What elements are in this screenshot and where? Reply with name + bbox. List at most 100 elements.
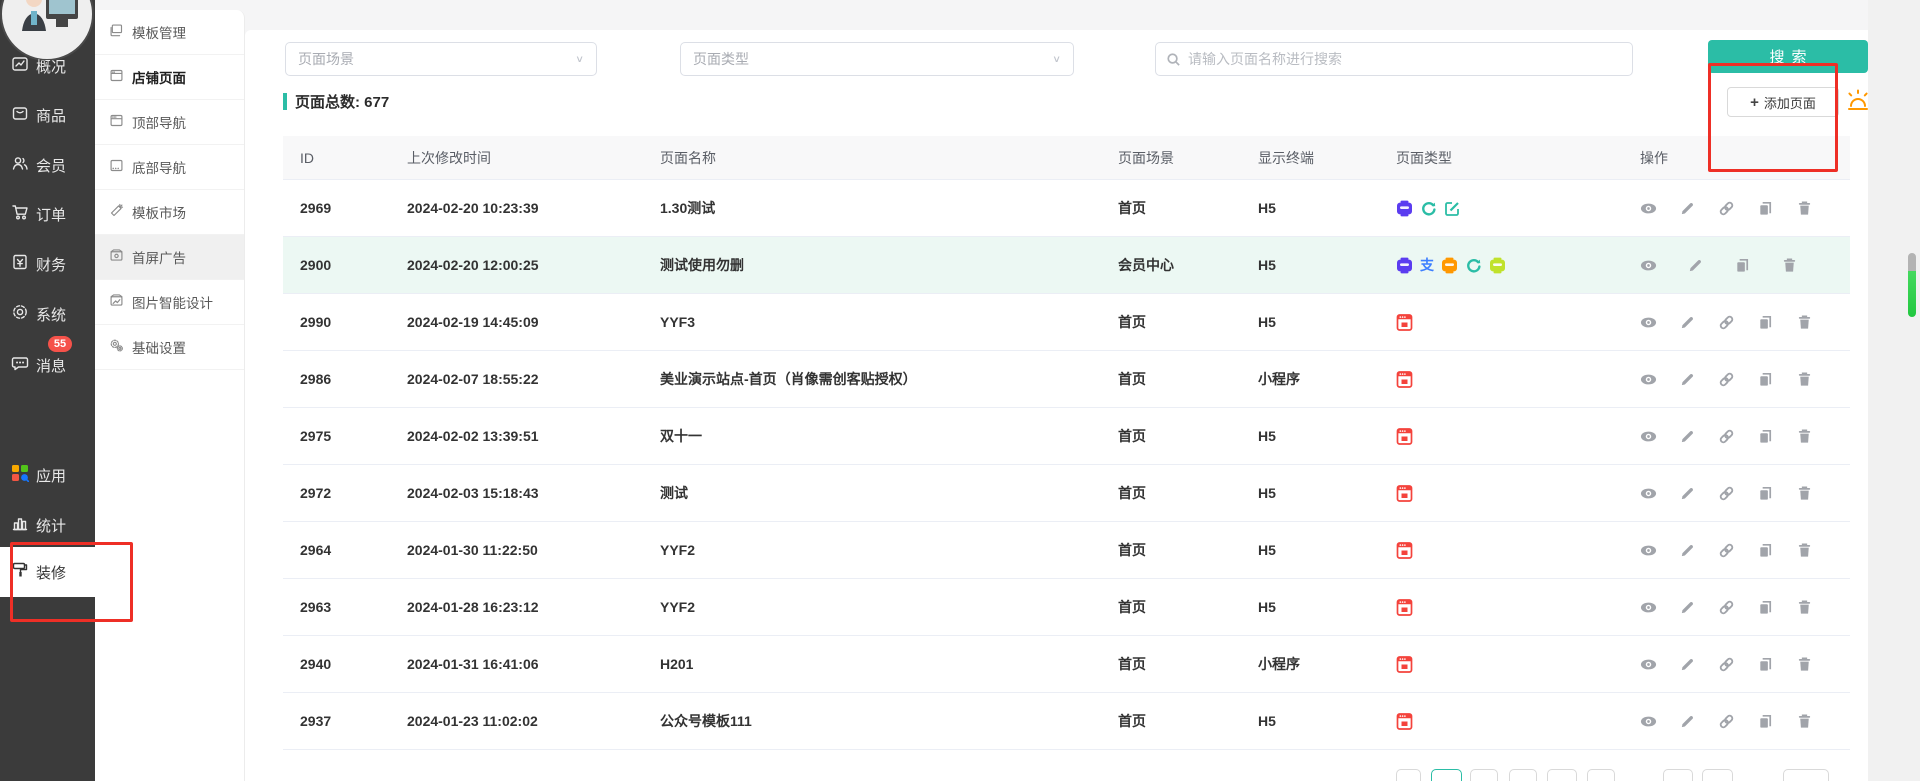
messages-icon (11, 354, 29, 376)
delete-icon[interactable] (1796, 428, 1813, 445)
copy-icon[interactable] (1757, 713, 1774, 730)
link-icon[interactable] (1718, 314, 1735, 331)
table-row: 2963 2024-01-28 16:23:12 YYF2 首页 H5 (283, 579, 1850, 636)
page-total-summary: 页面总数: 677 (283, 91, 389, 112)
app-icon (1397, 257, 1412, 273)
pagination-button[interactable] (1509, 769, 1537, 781)
pagination-button[interactable] (1663, 769, 1693, 781)
view-icon[interactable] (1640, 542, 1657, 559)
submenu-item-template-market[interactable]: 模板市场 (95, 190, 244, 235)
pagination-button[interactable] (1702, 769, 1733, 781)
view-icon[interactable] (1640, 485, 1657, 502)
search-button[interactable]: 搜索 (1708, 40, 1868, 73)
link-icon[interactable] (1718, 428, 1735, 445)
type-filter-select[interactable]: 页面类型 ∨ (680, 42, 1074, 76)
edit-icon[interactable] (1679, 656, 1696, 673)
copy-icon[interactable] (1757, 485, 1774, 502)
view-icon[interactable] (1640, 599, 1657, 616)
edit-icon[interactable] (1679, 599, 1696, 616)
copy-icon[interactable] (1757, 371, 1774, 388)
pagination-button[interactable] (1783, 769, 1829, 781)
submenu-item-screen-ad[interactable]: 首屏广告 (95, 235, 244, 280)
edit-icon[interactable] (1679, 542, 1696, 559)
cell-terminal: 小程序 (1258, 371, 1300, 387)
copy-icon[interactable] (1734, 257, 1751, 274)
submenu-item-top-nav[interactable]: 顶部导航 (95, 100, 244, 145)
page-red-icon (1396, 427, 1413, 445)
link-icon[interactable] (1718, 542, 1735, 559)
cell-modified: 2024-02-02 13:39:51 (407, 428, 539, 444)
pagination-button[interactable] (1470, 769, 1498, 781)
delete-icon[interactable] (1796, 371, 1813, 388)
link-icon[interactable] (1718, 200, 1735, 217)
link-icon[interactable] (1718, 656, 1735, 673)
cell-scene: 首页 (1118, 371, 1146, 387)
scrollbar-thumb[interactable] (1908, 253, 1916, 317)
edit-icon[interactable] (1679, 428, 1696, 445)
delete-icon[interactable] (1796, 713, 1813, 730)
cell-id: 2969 (300, 200, 332, 216)
copy-icon[interactable] (1757, 599, 1774, 616)
link-icon[interactable] (1718, 599, 1735, 616)
copy-icon[interactable] (1757, 542, 1774, 559)
cell-operations (1640, 314, 1850, 331)
delete-icon[interactable] (1781, 257, 1798, 274)
sidebar-item-apps[interactable]: 应用 (0, 457, 95, 493)
submenu-item-shop-page[interactable]: 店铺页面 (95, 55, 244, 100)
submenu-item-template-manage[interactable]: 模板管理 (95, 10, 244, 55)
add-page-button[interactable]: + 添加页面 (1727, 87, 1839, 117)
pagination-button[interactable] (1396, 769, 1421, 781)
view-icon[interactable] (1640, 314, 1657, 331)
view-icon[interactable] (1640, 656, 1657, 673)
edit-icon[interactable] (1679, 314, 1696, 331)
view-icon[interactable] (1640, 713, 1657, 730)
link-icon[interactable] (1718, 371, 1735, 388)
edit-icon[interactable] (1679, 713, 1696, 730)
sidebar-item-label: 概况 (36, 58, 67, 76)
sidebar-item-finance[interactable]: 财务 (0, 246, 95, 282)
table-row: 2940 2024-01-31 16:41:06 H201 首页 小程序 (283, 636, 1850, 693)
search-input[interactable] (1188, 51, 1622, 67)
sidebar-item-stats[interactable]: 统计 (0, 507, 95, 543)
sidebar-item-label: 商品 (36, 107, 67, 125)
sidebar-item-members[interactable]: 会员 (0, 147, 95, 183)
copy-icon[interactable] (1757, 200, 1774, 217)
pagination-button[interactable] (1587, 769, 1615, 781)
sidebar-item-goods[interactable]: 商品 (0, 97, 95, 133)
view-icon[interactable] (1640, 371, 1657, 388)
submenu-item-image-design[interactable]: 图片智能设计 (95, 280, 244, 325)
edit-icon[interactable] (1679, 371, 1696, 388)
scene-filter-select[interactable]: 页面场景 ∨ (285, 42, 597, 76)
delete-icon[interactable] (1796, 314, 1813, 331)
sidebar-item-system[interactable]: 系统 (0, 296, 95, 332)
submenu-item-bottom-nav[interactable]: 底部导航 (95, 145, 244, 190)
table-row: 2937 2024-01-23 11:02:02 公众号模板111 首页 H5 (283, 693, 1850, 750)
view-icon[interactable] (1640, 428, 1657, 445)
view-icon[interactable] (1640, 257, 1657, 274)
copy-icon[interactable] (1757, 428, 1774, 445)
sidebar-item-orders[interactable]: 订单 (0, 196, 95, 232)
copy-icon[interactable] (1757, 314, 1774, 331)
delete-icon[interactable] (1796, 656, 1813, 673)
edit-icon[interactable] (1679, 200, 1696, 217)
sidebar-item-overview[interactable]: 概况 (0, 48, 95, 84)
delete-icon[interactable] (1796, 542, 1813, 559)
sidebar-item-decorate[interactable]: 装修 (0, 547, 95, 597)
edit-icon[interactable] (1687, 257, 1704, 274)
link-icon[interactable] (1718, 713, 1735, 730)
pagination-button-active[interactable] (1431, 769, 1462, 781)
view-icon[interactable] (1640, 200, 1657, 217)
link-icon[interactable] (1718, 485, 1735, 502)
alipay-icon: 支 (1420, 257, 1434, 273)
sidebar-item-messages[interactable]: 消息 55 (0, 336, 95, 383)
delete-icon[interactable] (1796, 599, 1813, 616)
decorate-icon (11, 561, 29, 583)
delete-icon[interactable] (1796, 485, 1813, 502)
submenu-item-settings[interactable]: 基础设置 (95, 325, 244, 370)
copy-icon[interactable] (1757, 656, 1774, 673)
delete-icon[interactable] (1796, 200, 1813, 217)
cell-page-types (1396, 200, 1640, 217)
overview-icon (11, 55, 29, 77)
pagination-button[interactable] (1547, 769, 1577, 781)
edit-icon[interactable] (1679, 485, 1696, 502)
